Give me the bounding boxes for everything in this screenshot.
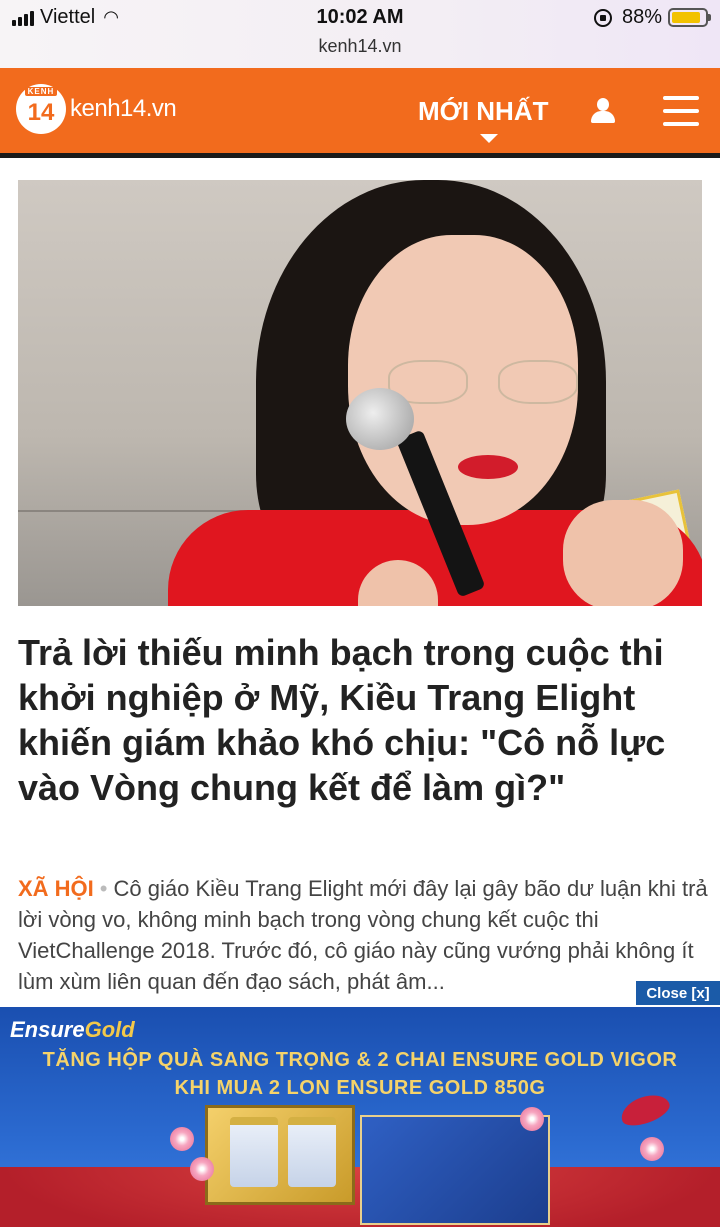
ad-headline-line2: KHI MUA 2 LON ENSURE GOLD 850G xyxy=(174,1077,546,1099)
status-right: 88% xyxy=(593,6,711,29)
status-bar: Viettel ◠ 10:02 AM kenh14.vn 88% xyxy=(0,0,720,68)
article-headline[interactable]: Trả lời thiếu minh bạch trong cuộc thi k… xyxy=(18,630,708,810)
blossom-icon xyxy=(640,1137,664,1161)
summary-text: Cô giáo Kiều Trang Elight mới đây lại gâ… xyxy=(18,876,708,994)
hamburger-menu-icon[interactable] xyxy=(663,96,699,126)
blossom-icon xyxy=(170,1127,194,1151)
orientation-lock-icon xyxy=(593,8,612,27)
logo-badge: KENH 14 xyxy=(16,84,66,134)
site-logo[interactable]: KENH 14 kenh14.vn xyxy=(16,84,177,134)
caret-down-icon xyxy=(480,134,498,143)
separator-dot: • xyxy=(99,876,108,901)
battery-icon xyxy=(668,8,711,27)
ad-headline-line1: TẶNG HỘP QUÀ SANG TRỌNG & 2 CHAI ENSURE … xyxy=(42,1049,678,1071)
category-label[interactable]: XÃ HỘI xyxy=(18,876,94,901)
address-bar-url[interactable]: kenh14.vn xyxy=(0,36,720,57)
ad-product-can xyxy=(230,1117,278,1187)
battery-percent: 88% xyxy=(621,6,662,28)
logo-badge-number: 14 xyxy=(27,99,55,126)
article-summary: XÃ HỘI • Cô giáo Kiều Trang Elight mới đây… xyxy=(18,873,708,997)
blossom-icon xyxy=(520,1107,544,1131)
logo-text: kenh14.vn xyxy=(70,95,177,122)
article-hero-image[interactable] xyxy=(18,180,702,606)
logo-badge-label: KENH xyxy=(24,87,58,96)
ad-gift-card xyxy=(360,1115,550,1225)
ad-banner[interactable]: EnsureGold TẶNG HỘP QUÀ SANG TRỌNG & 2 C… xyxy=(0,1007,720,1227)
user-icon[interactable] xyxy=(590,98,616,126)
nav-latest-button[interactable]: MỚI NHẤT xyxy=(418,96,549,127)
site-header: KENH 14 kenh14.vn MỚI NHẤT xyxy=(0,68,720,158)
blossom-icon xyxy=(190,1157,214,1181)
ad-product-can xyxy=(288,1117,336,1187)
ad-close-button[interactable]: Close [x] xyxy=(636,981,720,1005)
ad-brand-logo: EnsureGold xyxy=(10,1017,135,1042)
